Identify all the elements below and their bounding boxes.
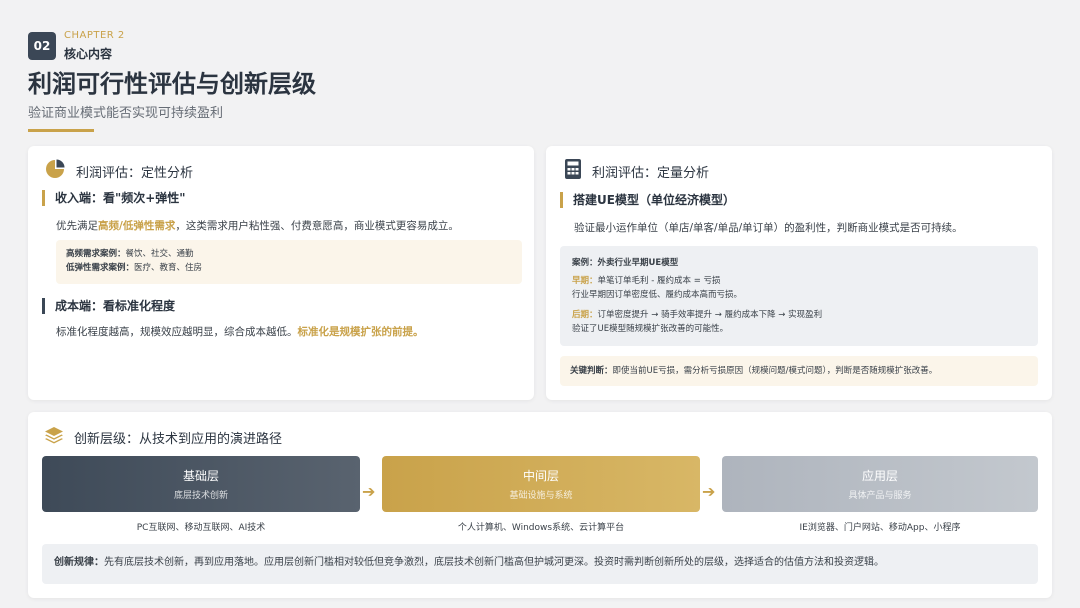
arrow-right-icon: ➔: [362, 482, 376, 501]
chapter-label-en: CHAPTER 2: [64, 30, 125, 41]
layer-middle: 中间层 基础设施与系统: [382, 456, 700, 512]
case-late-text-1: 订单密度提升 → 骑手效率提升 → 履约成本下降 → 实现盈利: [597, 310, 823, 320]
example-line-2: 低弹性需求案例：医疗、教育、住房: [66, 261, 512, 275]
innovation-rule-box: 创新规律：先有底层技术创新，再到应用落地。应用层创新门槛相对较低但竞争激烈，底层…: [42, 544, 1038, 584]
calculator-icon: [564, 158, 582, 184]
ue-section-text: 验证最小运作单位（单店/单客/单品/单订单）的盈利性，判断商业模式是否可持续。: [574, 222, 963, 234]
cost-text-highlight: 标准化是规模扩张的前提。: [297, 326, 424, 338]
page-subtitle: 验证商业模式能否实现可持续盈利: [28, 106, 224, 121]
layer-app-desc: 具体产品与服务: [848, 491, 912, 501]
revenue-text-highlight: 高频/低弹性需求: [98, 220, 176, 232]
page-title: 利润可行性评估与创新层级: [28, 70, 316, 98]
innovation-card: 创新层级：从技术到应用的演进路径 基础层 底层技术创新 ➔ 中间层 基础设施与系…: [28, 412, 1052, 598]
pie-chart-icon: [44, 158, 66, 184]
judgement-label: 关键判断：: [570, 366, 613, 376]
innovation-rule-text: 先有底层技术创新，再到应用落地。应用层创新门槛相对较低但竞争激烈，底层技术创新门…: [104, 557, 884, 568]
case-late-label: 后期：: [572, 310, 598, 320]
layers-icon: [44, 426, 64, 448]
layer-middle-desc: 基础设施与系统: [509, 491, 573, 501]
qualitative-card-header: 利润评估：定性分析: [44, 158, 193, 184]
case-early-line-2: 行业早期因订单密度低、履约成本高而亏损。: [572, 290, 743, 300]
case-early-text-1: 单笔订单毛利 - 履约成本 = 亏损: [597, 276, 721, 286]
example-2-value: 医疗、教育、住房: [134, 263, 203, 273]
judgement-text: 即使当前UE亏损，需分析亏损原因（规模问题/模式问题），判断是否随规模扩张改善。: [612, 366, 938, 376]
innovation-rule-label: 创新规律：: [54, 557, 104, 568]
chapter-label-cn: 核心内容: [64, 47, 113, 61]
example-line-1: 高频需求案例：餐饮、社交、通勤: [66, 247, 512, 261]
cost-section-title: 成本端：看标准化程度: [42, 298, 175, 314]
layer-base-caption: PC互联网、移动互联网、AI技术: [136, 523, 266, 533]
example-2-label: 低弹性需求案例：: [66, 263, 135, 273]
quantitative-card-title: 利润评估：定量分析: [592, 165, 710, 181]
case-title: 案例：外卖行业早期UE模型: [572, 258, 679, 268]
revenue-section-title: 收入端：看"频次+弹性": [42, 190, 186, 206]
qualitative-card-title: 利润评估：定性分析: [76, 165, 194, 181]
layer-app: 应用层 具体产品与服务: [722, 456, 1038, 512]
qualitative-card: 利润评估：定性分析 收入端：看"频次+弹性" 优先满足高频/低弹性需求，这类需求…: [28, 146, 534, 400]
case-late-line-2: 验证了UE模型随规模扩张改善的可能性。: [572, 324, 729, 334]
chapter-badge: 02: [28, 32, 56, 60]
quantitative-card: 利润评估：定量分析 搭建UE模型（单位经济模型） 验证最小运作单位（单店/单客/…: [546, 146, 1052, 400]
revenue-section-text: 优先满足高频/低弹性需求，这类需求用户粘性强、付费意愿高，商业模式更容易成立。: [56, 218, 459, 233]
layer-app-name: 应用层: [861, 469, 898, 483]
revenue-example-box: 高频需求案例：餐饮、社交、通勤 低弹性需求案例：医疗、教育、住房: [56, 240, 522, 284]
layer-middle-name: 中间层: [522, 469, 559, 483]
revenue-text-b: ，这类需求用户粘性强、付费意愿高，商业模式更容易成立。: [175, 220, 459, 232]
innovation-card-title: 创新层级：从技术到应用的演进路径: [74, 431, 283, 447]
arrow-right-icon: ➔: [702, 482, 716, 501]
layer-app-caption: IE浏览器、门户网站、移动App、小程序: [799, 523, 961, 533]
example-1-value: 餐饮、社交、通勤: [125, 249, 194, 259]
judgement-box: 关键判断：即使当前UE亏损，需分析亏损原因（规模问题/模式问题），判断是否随规模…: [560, 356, 1038, 386]
innovation-card-header: 创新层级：从技术到应用的演进路径: [44, 426, 282, 448]
cost-section-text: 标准化程度越高，规模效应越明显，综合成本越低。标准化是规模扩张的前提。: [56, 324, 424, 339]
quantitative-card-header: 利润评估：定量分析: [564, 158, 709, 184]
innovation-rule-line: 创新规律：先有底层技术创新，再到应用落地。应用层创新门槛相对较低但竞争激烈，底层…: [54, 556, 1026, 570]
judgement-line: 关键判断：即使当前UE亏损，需分析亏损原因（规模问题/模式问题），判断是否随规模…: [570, 364, 1028, 378]
cost-text-a: 标准化程度越高，规模效应越明显，综合成本越低。: [56, 326, 298, 338]
case-box: 案例：外卖行业早期UE模型 早期：单笔订单毛利 - 履约成本 = 亏损 行业早期…: [560, 246, 1038, 346]
example-1-label: 高频需求案例：: [66, 249, 126, 259]
case-early-label: 早期：: [572, 276, 598, 286]
title-underline: [28, 129, 94, 132]
layer-middle-caption: 个人计算机、Windows系统、云计算平台: [457, 523, 625, 533]
layer-base-name: 基础层: [182, 469, 219, 483]
revenue-text-a: 优先满足: [56, 220, 98, 232]
case-early-line-1: 早期：单笔订单毛利 - 履约成本 = 亏损: [572, 274, 1026, 288]
layer-base: 基础层 底层技术创新: [42, 456, 360, 512]
case-late-line-1: 后期：订单密度提升 → 骑手效率提升 → 履约成本下降 → 实现盈利: [572, 308, 1026, 322]
layer-base-desc: 底层技术创新: [173, 491, 228, 501]
ue-section-title: 搭建UE模型（单位经济模型）: [560, 192, 735, 208]
